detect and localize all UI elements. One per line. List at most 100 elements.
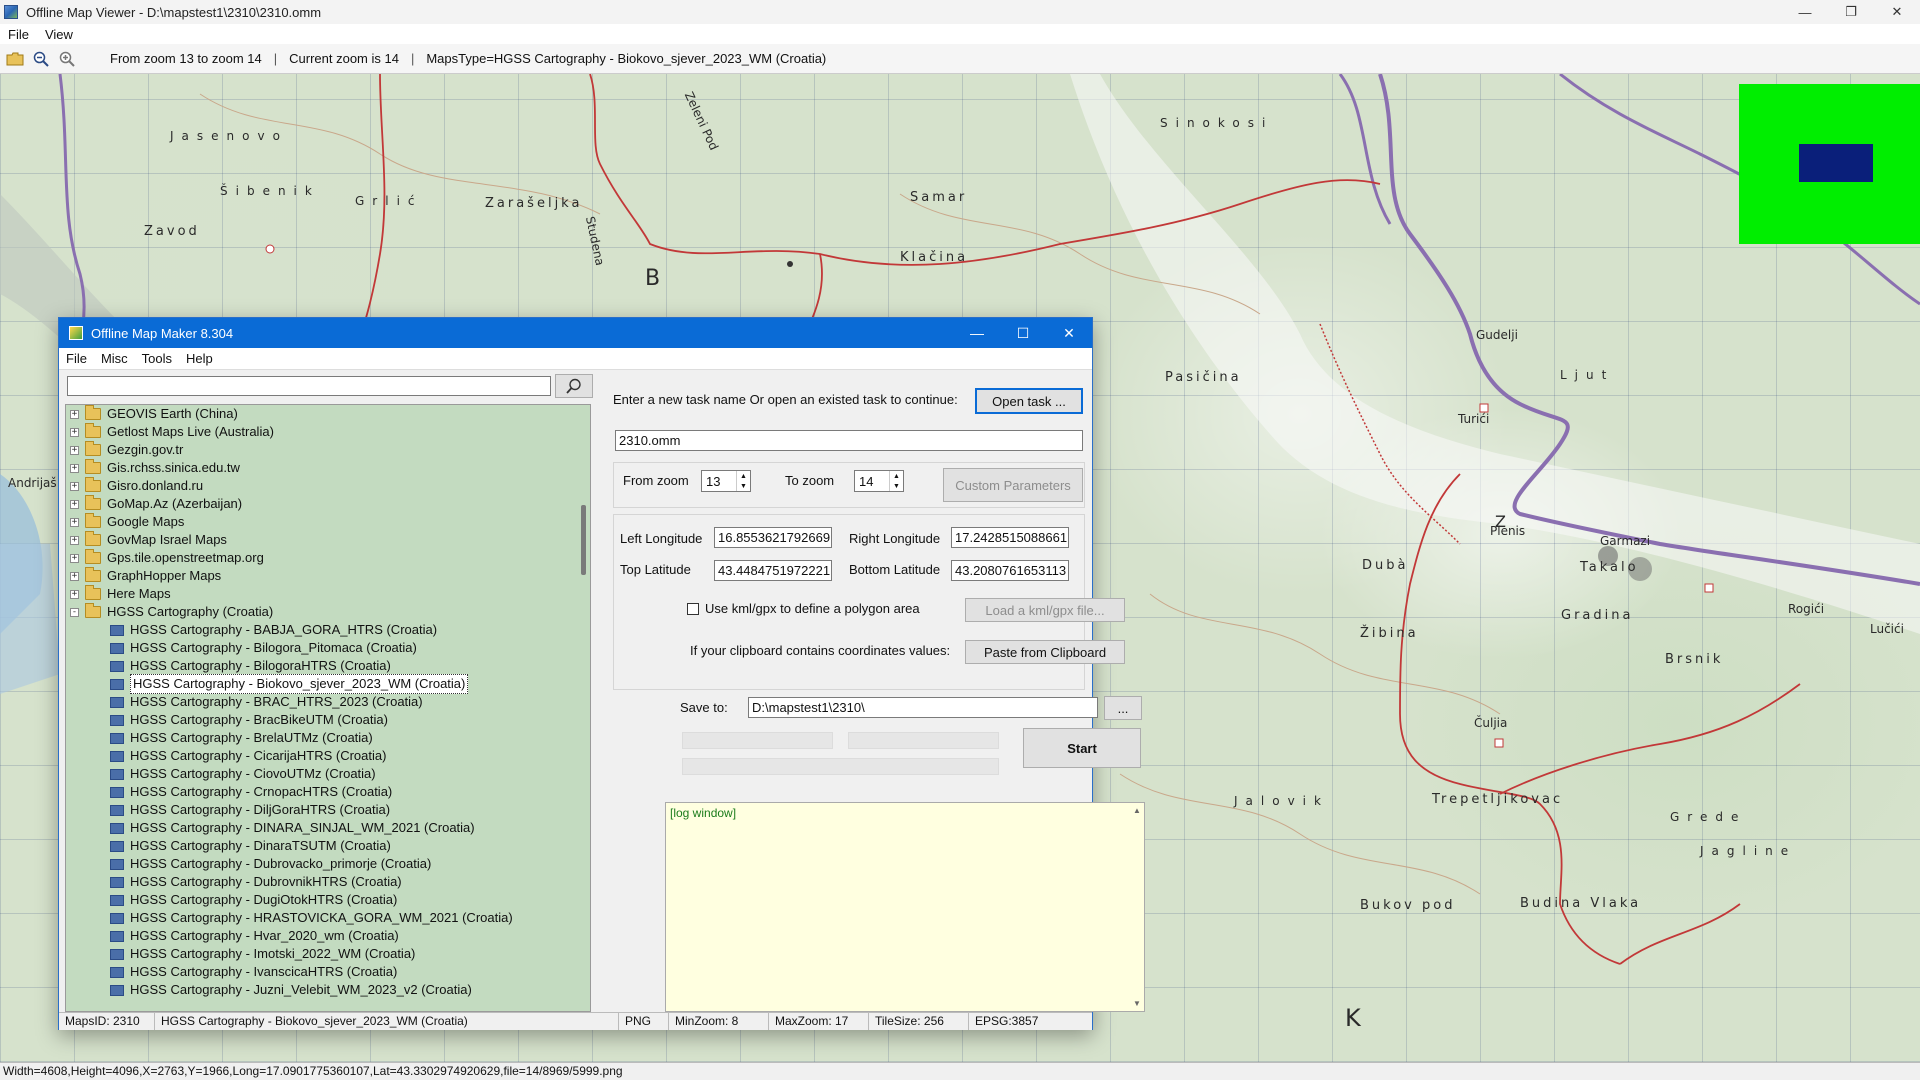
task-name-field[interactable]: 2310.omm (615, 430, 1083, 451)
progress-bar-1 (682, 732, 833, 749)
search-button[interactable] (555, 374, 593, 398)
tree-map-label: HGSS Cartography - Juzni_Velebit_WM_2023… (130, 982, 472, 997)
right-longitude-field[interactable]: 17.2428515088661 (951, 527, 1069, 548)
tree-folder-item[interactable]: + Here Maps (66, 585, 590, 603)
tree-folder-item[interactable]: + Google Maps (66, 513, 590, 531)
tree-map-item[interactable]: HGSS Cartography - BracBikeUTM (Croatia) (66, 711, 590, 729)
tree-map-item[interactable]: HGSS Cartography - DugiOtokHTRS (Croatia… (66, 891, 590, 909)
tree-map-item[interactable]: HGSS Cartography - DINARA_SINJAL_WM_2021… (66, 819, 590, 837)
log-scrollbar[interactable]: ▲ ▼ (1130, 803, 1144, 1011)
load-kml-button[interactable]: Load a kml/gpx file... (965, 598, 1125, 622)
dialog-menu-tools[interactable]: Tools (135, 351, 179, 366)
dialog-menu-file[interactable]: File (59, 351, 94, 366)
tree-map-item[interactable]: HGSS Cartography - DubrovnikHTRS (Croati… (66, 873, 590, 891)
spin-arrows-icon[interactable]: ▲ ▼ (889, 471, 903, 491)
custom-parameters-button[interactable]: Custom Parameters (943, 468, 1083, 502)
viewer-menu-file[interactable]: File (0, 27, 37, 42)
overview-minimap[interactable] (1739, 84, 1920, 244)
tree-map-item[interactable]: HGSS Cartography - CiovoUTMz (Croatia) (66, 765, 590, 783)
open-folder-icon[interactable] (4, 48, 26, 70)
tree-map-item[interactable]: HGSS Cartography - IvanscicaHTRS (Croati… (66, 963, 590, 981)
tree-map-item[interactable]: HGSS Cartography - BilogoraHTRS (Croatia… (66, 657, 590, 675)
zoom-in-icon[interactable] (56, 48, 78, 70)
tree-folder-item[interactable]: + GraphHopper Maps (66, 567, 590, 585)
tree-folder-item[interactable]: + GEOVIS Earth (China) (66, 405, 590, 423)
minimap-viewport-frame[interactable] (1799, 144, 1873, 182)
expand-icon[interactable]: + (70, 571, 79, 581)
maximize-icon[interactable]: ☐ (1000, 318, 1046, 348)
zoom-out-icon[interactable] (30, 48, 52, 70)
tree-scrollbar[interactable] (580, 405, 590, 1011)
dialog-menu-misc[interactable]: Misc (94, 351, 135, 366)
expand-icon[interactable]: + (70, 463, 79, 473)
map-label: Samar (910, 190, 968, 205)
search-icon (566, 378, 581, 394)
start-button[interactable]: Start (1023, 728, 1141, 768)
tree-map-label: HGSS Cartography - Hvar_2020_wm (Croatia… (130, 928, 399, 943)
open-task-button[interactable]: Open task ... (975, 388, 1083, 414)
tree-map-item[interactable]: HGSS Cartography - Bilogora_Pitomaca (Cr… (66, 639, 590, 657)
map-label: Gudelji (1476, 328, 1518, 342)
restore-icon[interactable]: ❐ (1828, 0, 1874, 24)
tree-folder-item[interactable]: + Getlost Maps Live (Australia) (66, 423, 590, 441)
minimize-icon[interactable]: — (1782, 0, 1828, 24)
map-source-icon (110, 804, 124, 816)
scroll-up-icon[interactable]: ▲ (1133, 806, 1141, 815)
to-zoom-stepper[interactable]: 14 ▲ ▼ (854, 470, 904, 492)
dialog-menu-help[interactable]: Help (179, 351, 220, 366)
viewer-menu-view[interactable]: View (37, 27, 81, 42)
expand-icon[interactable]: + (70, 427, 79, 437)
maps-search-input[interactable] (67, 376, 551, 396)
map-source-icon (110, 894, 124, 906)
save-to-field[interactable]: D:\mapstest1\2310\ (748, 697, 1098, 718)
tree-map-item[interactable]: HGSS Cartography - CicarijaHTRS (Croatia… (66, 747, 590, 765)
spin-arrows-icon[interactable]: ▲ ▼ (736, 471, 750, 491)
tree-map-item[interactable]: HGSS Cartography - BRAC_HTRS_2023 (Croat… (66, 693, 590, 711)
map-source-icon (110, 642, 124, 654)
tree-folder-item[interactable]: + Gps.tile.openstreetmap.org (66, 549, 590, 567)
tree-folder-item[interactable]: + GovMap Israel Maps (66, 531, 590, 549)
tree-map-item[interactable]: HGSS Cartography - BABJA_GORA_HTRS (Croa… (66, 621, 590, 639)
close-icon[interactable]: ✕ (1874, 0, 1920, 24)
scroll-down-icon[interactable]: ▼ (1133, 999, 1141, 1008)
paste-from-clipboard-button[interactable]: Paste from Clipboard (965, 640, 1125, 664)
expand-icon[interactable]: + (70, 499, 79, 509)
top-latitude-field[interactable]: 43.4484751972221 (714, 560, 832, 581)
minimize-icon[interactable]: — (954, 318, 1000, 348)
expand-icon[interactable]: + (70, 517, 79, 527)
tree-scroll-thumb[interactable] (581, 505, 586, 575)
tree-map-item[interactable]: HGSS Cartography - Imotski_2022_WM (Croa… (66, 945, 590, 963)
log-window[interactable]: [log window] ▲ ▼ (665, 802, 1145, 1012)
use-kml-checkbox[interactable] (687, 603, 699, 615)
maps-tree[interactable]: + GEOVIS Earth (China) + Getlost Maps Live … (65, 404, 591, 1012)
tree-map-item[interactable]: HGSS Cartography - Juzni_Velebit_WM_2023… (66, 981, 590, 999)
close-icon[interactable]: ✕ (1046, 318, 1092, 348)
tree-map-item[interactable]: HGSS Cartography - Hvar_2020_wm (Croatia… (66, 927, 590, 945)
tree-folder-item[interactable]: + Gisro.donland.ru (66, 477, 590, 495)
tree-map-item[interactable]: HGSS Cartography - HRASTOVICKA_GORA_WM_2… (66, 909, 590, 927)
from-zoom-label: From zoom (623, 473, 689, 488)
expand-icon[interactable]: + (70, 445, 79, 455)
use-kml-label[interactable]: Use kml/gpx to define a polygon area (705, 601, 920, 616)
tree-folder-item[interactable]: + Gis.rchss.sinica.edu.tw (66, 459, 590, 477)
expand-icon[interactable]: + (70, 553, 79, 563)
from-zoom-stepper[interactable]: 13 ▲ ▼ (701, 470, 751, 492)
tree-folder-item[interactable]: - HGSS Cartography (Croatia) (66, 603, 590, 621)
tree-map-item[interactable]: HGSS Cartography - CrnopacHTRS (Croatia) (66, 783, 590, 801)
expand-icon[interactable]: + (70, 481, 79, 491)
bottom-latitude-field[interactable]: 43.2080761653113 (951, 560, 1069, 581)
dialog-title: Offline Map Maker 8.304 (91, 325, 234, 341)
tree-map-item[interactable]: HGSS Cartography - BrelaUTMz (Croatia) (66, 729, 590, 747)
expand-icon[interactable]: + (70, 589, 79, 599)
tree-map-item[interactable]: HGSS Cartography - Dubrovacko_primorje (… (66, 855, 590, 873)
tree-folder-item[interactable]: + GoMap.Az (Azerbaijan) (66, 495, 590, 513)
left-longitude-field[interactable]: 16.8553621792669 (714, 527, 832, 548)
tree-map-item[interactable]: HGSS Cartography - DinaraTSUTM (Croatia) (66, 837, 590, 855)
tree-map-item[interactable]: HGSS Cartography - DiljGoraHTRS (Croatia… (66, 801, 590, 819)
expand-icon[interactable]: + (70, 409, 79, 419)
collapse-icon[interactable]: - (70, 607, 79, 617)
expand-icon[interactable]: + (70, 535, 79, 545)
tree-folder-item[interactable]: + Gezgin.gov.tr (66, 441, 590, 459)
tree-map-item[interactable]: HGSS Cartography - Biokovo_sjever_2023_W… (66, 674, 590, 694)
browse-button[interactable]: ... (1104, 696, 1142, 720)
